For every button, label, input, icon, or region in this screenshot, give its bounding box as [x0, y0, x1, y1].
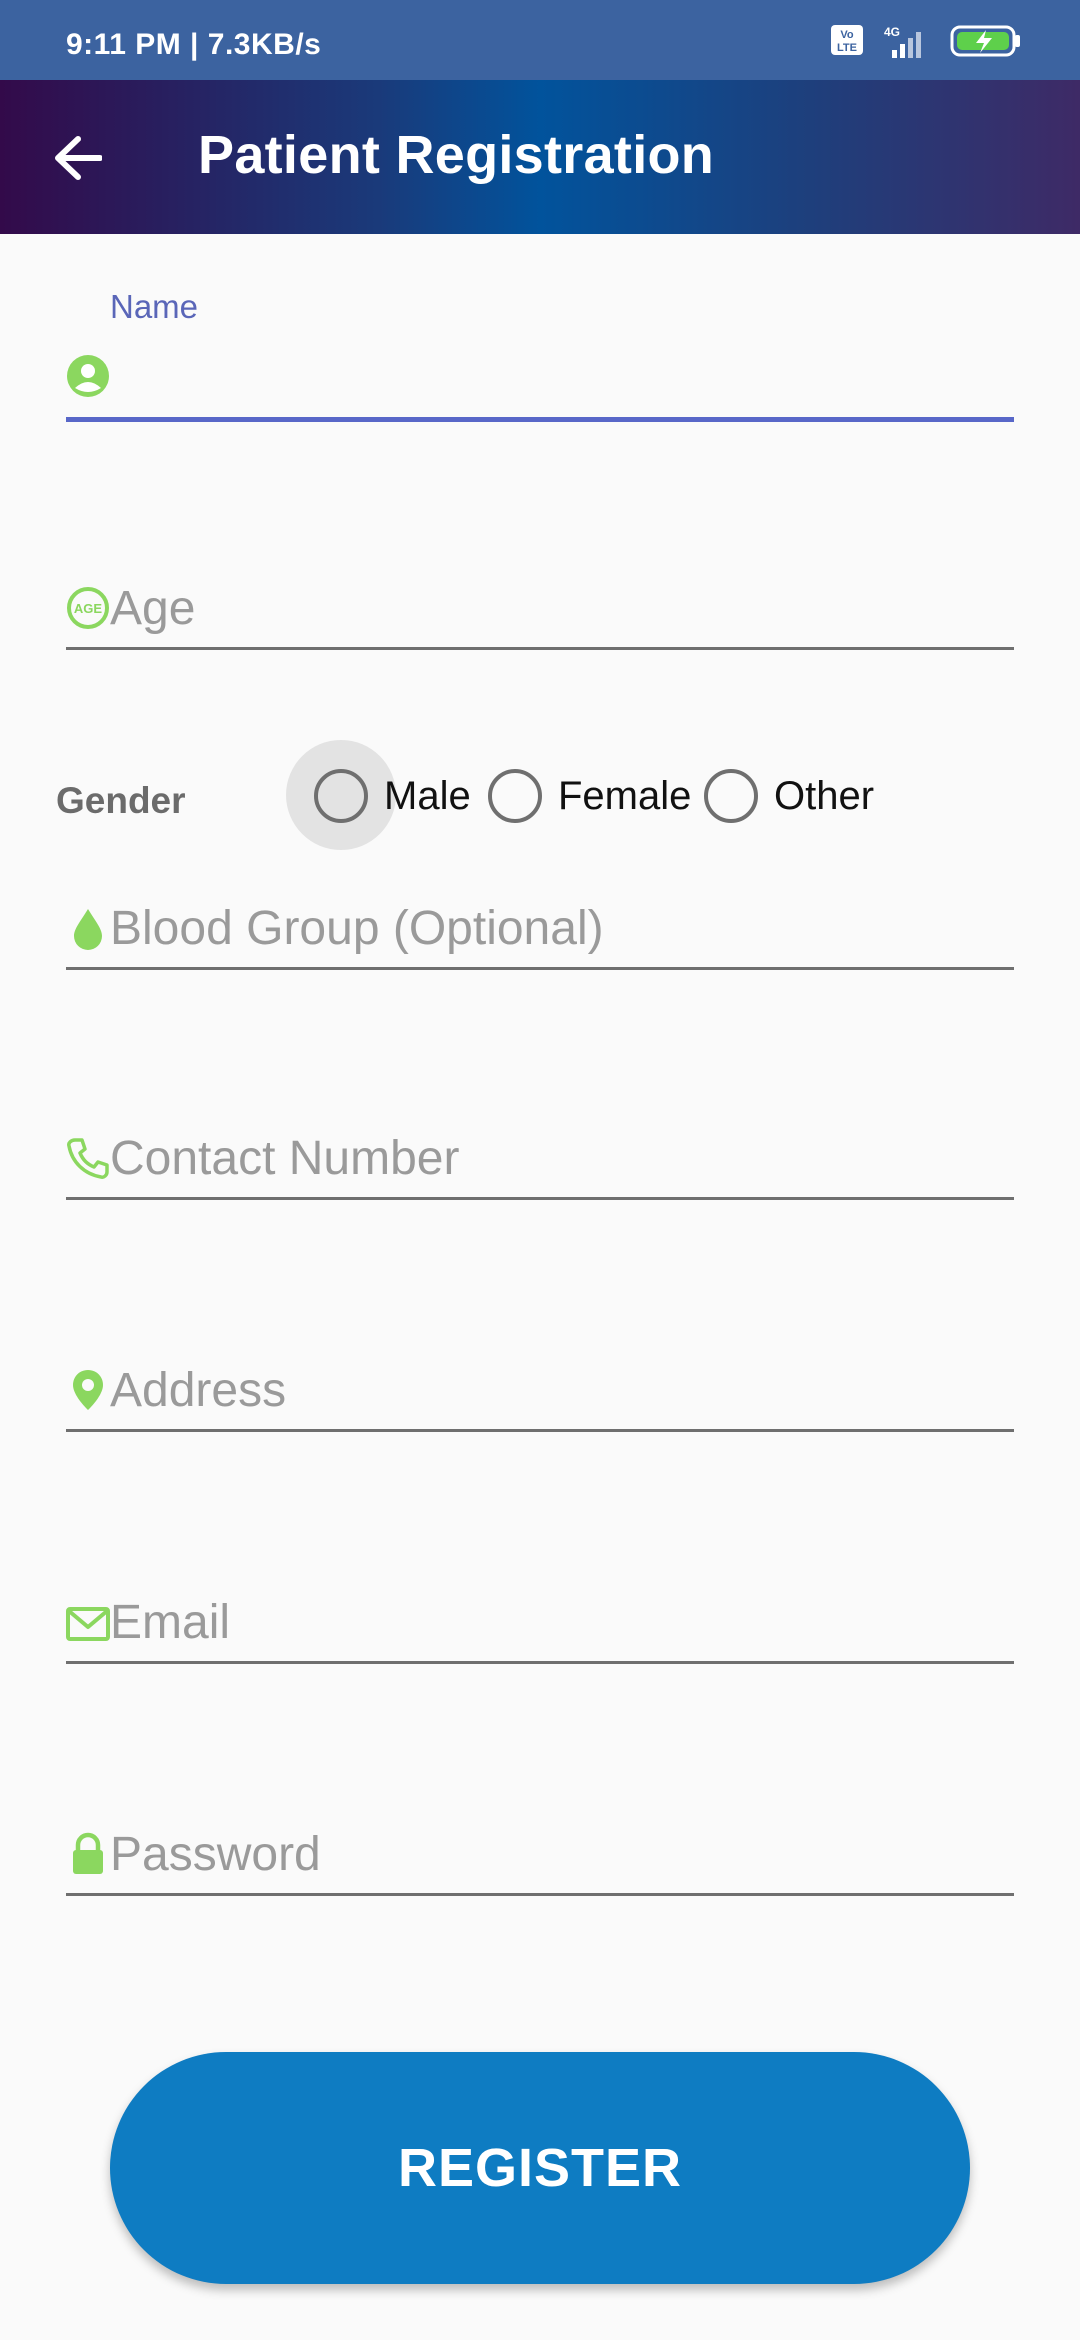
age-icon: AGE	[67, 587, 109, 629]
address-underline	[66, 1429, 1014, 1432]
password-underline	[66, 1893, 1014, 1896]
app-bar: Patient Registration	[0, 80, 1080, 234]
radio-circle[interactable]	[488, 769, 542, 823]
lock-icon	[73, 1832, 103, 1874]
blood-group-field[interactable]	[66, 888, 1014, 972]
email-input[interactable]	[110, 1590, 1014, 1654]
volte-icon: Vo LTE	[831, 25, 863, 55]
radio-circle[interactable]	[314, 769, 368, 823]
status-bar: 9:11 PM | 7.3KB/s Vo LTE 4G	[0, 0, 1080, 80]
location-pin-icon	[73, 1370, 103, 1410]
name-field[interactable]: Name	[66, 288, 1014, 424]
contact-input[interactable]	[110, 1126, 1014, 1190]
svg-text:Vo: Vo	[840, 29, 854, 41]
password-field[interactable]	[66, 1814, 1014, 1898]
address-input[interactable]	[110, 1358, 1014, 1422]
age-underline	[66, 647, 1014, 650]
radio-label-male: Male	[384, 773, 471, 818]
address-field[interactable]	[66, 1350, 1014, 1434]
svg-text:4G: 4G	[884, 25, 900, 39]
phone-icon	[67, 1138, 109, 1179]
radio-label-female: Female	[558, 773, 692, 818]
contact-field[interactable]	[66, 1118, 1014, 1202]
battery-charging-icon	[950, 25, 1020, 57]
svg-text:LTE: LTE	[837, 42, 857, 54]
age-input[interactable]	[110, 576, 1014, 640]
gender-group: Gender Male Female Other	[56, 740, 1056, 852]
register-button[interactable]: REGISTER	[110, 2052, 970, 2284]
name-label: Name	[110, 288, 199, 325]
back-button[interactable]	[38, 118, 118, 198]
svg-text:AGE: AGE	[74, 601, 103, 616]
gender-radio-male[interactable]: Male	[286, 740, 471, 852]
status-time: 9:11 PM | 7.3KB/s	[66, 28, 322, 61]
blood-group-underline	[66, 967, 1014, 970]
email-underline	[66, 1661, 1014, 1664]
gender-label: Gender	[56, 780, 186, 821]
envelope-icon	[66, 1607, 110, 1641]
blood-drop-icon	[74, 909, 102, 950]
contact-underline	[66, 1197, 1014, 1200]
gender-radio-female[interactable]: Female	[488, 740, 691, 852]
radio-label-other: Other	[774, 773, 875, 818]
blood-group-input[interactable]	[110, 896, 1014, 960]
name-underline	[66, 417, 1014, 422]
signal-icon: 4G	[884, 25, 921, 58]
age-field[interactable]: AGE	[66, 570, 1014, 652]
gender-radio-other[interactable]: Other	[704, 740, 874, 852]
radio-circle[interactable]	[704, 769, 758, 823]
page-title: Patient Registration	[198, 125, 715, 185]
arrow-back-icon	[55, 136, 102, 180]
email-field[interactable]	[66, 1582, 1014, 1666]
person-icon	[67, 355, 109, 397]
name-input[interactable]	[110, 346, 1014, 406]
password-input[interactable]	[110, 1822, 1014, 1886]
